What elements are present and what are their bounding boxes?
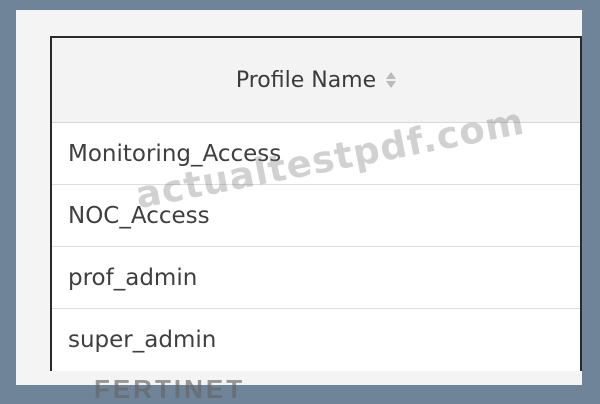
profile-name-column-header[interactable]: Profile Name xyxy=(52,38,580,123)
footer-logo: FERTINET xyxy=(94,374,246,404)
profile-name-header-label: Profile Name xyxy=(235,67,377,93)
profile-name-cell: NOC_Access xyxy=(68,202,210,229)
profile-name-cell: prof_admin xyxy=(68,264,198,291)
profile-name-cell: Monitoring_Access xyxy=(68,140,282,167)
table-row[interactable]: Monitoring_Access xyxy=(52,123,580,185)
table-row[interactable]: NOC_Access xyxy=(52,185,580,247)
table-row[interactable]: super_admin xyxy=(52,309,580,371)
profile-name-cell: super_admin xyxy=(68,327,217,353)
screenshot-panel: Profile Name Monitoring_Access NOC_Acces… xyxy=(16,10,582,402)
sort-down-icon xyxy=(386,81,397,88)
sort-icon[interactable] xyxy=(386,71,397,89)
sort-up-icon xyxy=(386,72,397,79)
profile-table: Profile Name Monitoring_Access NOC_Acces… xyxy=(50,36,582,371)
table-row[interactable]: prof_admin xyxy=(52,247,580,309)
